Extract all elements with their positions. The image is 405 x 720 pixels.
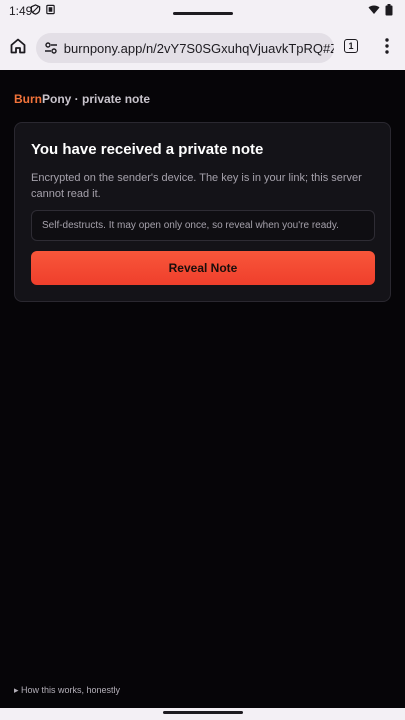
tab-switcher-icon: 1: [344, 39, 358, 53]
address-bar[interactable]: burnpony.app/n/2vY7S0SGxuhqVjuavkTpRQ#Zd…: [36, 33, 334, 63]
gesture-nav-bar: [0, 708, 405, 720]
more-vert-icon: [385, 38, 389, 54]
self-destruct-notice: Self-destructs. It may open only once, s…: [31, 210, 375, 241]
status-left-icons: [30, 4, 56, 15]
card-title: You have received a private note: [31, 141, 264, 158]
site-settings-icon: [44, 42, 57, 54]
brand-header: BurnPony · private note: [14, 92, 150, 106]
reveal-note-button[interactable]: Reveal Note: [31, 251, 375, 285]
tab-switcher-button[interactable]: 1: [340, 35, 362, 57]
battery-icon: [385, 4, 393, 16]
card-description: Encrypted on the sender's device. The ke…: [31, 172, 362, 200]
status-right-icons: [368, 4, 393, 16]
status-bar: 1:49: [0, 0, 405, 22]
home-button[interactable]: [7, 35, 29, 57]
screenshot-icon: [46, 4, 55, 15]
site-settings-button[interactable]: [40, 41, 62, 55]
browser-toolbar: burnpony.app/n/2vY7S0SGxuhqVjuavkTpRQ#Zd…: [0, 22, 405, 70]
status-time: 1:49: [9, 4, 33, 18]
web-page: BurnPony · private note You have receive…: [0, 70, 405, 708]
url-text[interactable]: burnpony.app/n/2vY7S0SGxuhqVjuavkTpRQ#Zd…: [64, 41, 334, 56]
shield-icon: [30, 4, 41, 15]
camera-pill: [173, 12, 233, 15]
wifi-icon: [368, 5, 380, 14]
brand-rest: Pony · private note: [42, 92, 151, 106]
how-it-works-link[interactable]: ▸ How this works, honestly: [14, 685, 120, 696]
home-icon: [10, 38, 26, 54]
note-card: You have received a private note Encrypt…: [14, 122, 391, 302]
nav-handle[interactable]: [163, 711, 243, 714]
brand-burn: Burn: [14, 92, 42, 106]
more-menu-button[interactable]: [376, 35, 398, 57]
